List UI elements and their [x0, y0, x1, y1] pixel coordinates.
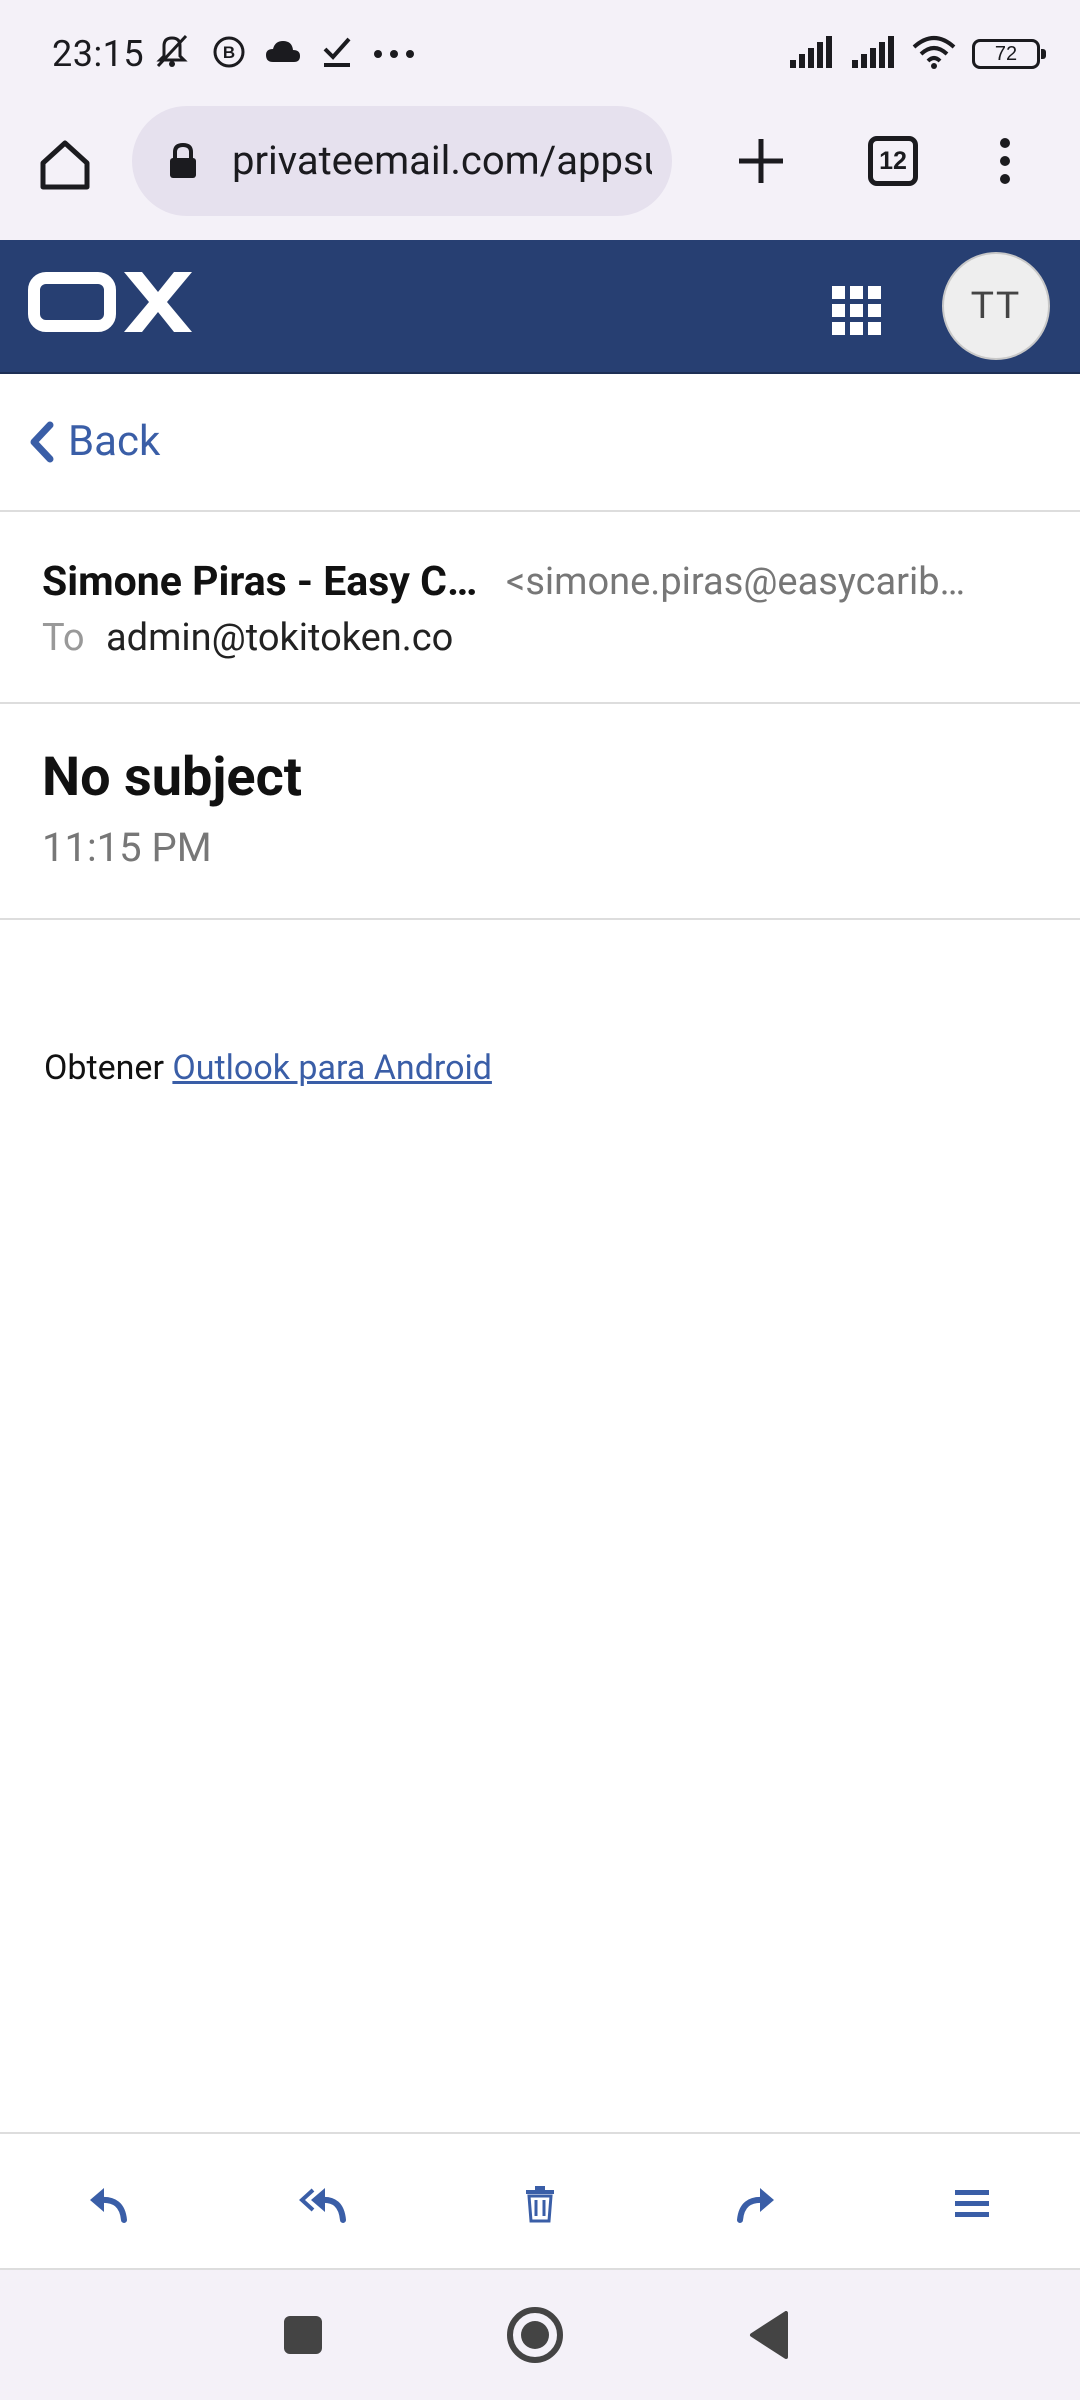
mute-icon: [150, 32, 194, 76]
ox-logo: [28, 272, 192, 332]
signal-icon: [850, 36, 896, 72]
message-body: Obtener Outlook para Android: [44, 1040, 1044, 1096]
to-label: To: [42, 616, 85, 660]
body-text: Obtener: [44, 1048, 164, 1088]
sender-email[interactable]: <simone.piras@easycaribbean.com>: [506, 554, 986, 610]
message-subject: No subject: [42, 746, 302, 809]
svg-text:B: B: [223, 43, 235, 62]
signal-icon: [788, 36, 834, 72]
lock-icon: [170, 142, 196, 178]
home-icon: [40, 140, 90, 190]
plus-icon: [739, 139, 783, 183]
hamburger-menu-icon: [955, 2190, 989, 2217]
more-actions-button[interactable]: [942, 2174, 1002, 2234]
reply-all-button[interactable]: [294, 2174, 354, 2234]
app-header: TT: [0, 240, 1080, 374]
screen: 23:15 B 72 privateemail.com/apps 12 TT B…: [0, 0, 1080, 2400]
status-icons-right: 72: [788, 32, 1046, 76]
back-label: Back: [68, 417, 161, 466]
sender-name[interactable]: Simone Piras - Easy Carib: [42, 554, 482, 610]
new-tab-button[interactable]: [726, 126, 796, 196]
reply-icon: [90, 2188, 127, 2223]
kebab-menu-icon: [1000, 138, 1010, 184]
app-launcher-button[interactable]: [830, 284, 884, 338]
outlook-android-link[interactable]: Outlook para Android: [172, 1048, 492, 1088]
more-dots-icon: [372, 45, 416, 64]
trash-icon: [526, 2186, 554, 2223]
status-time: 23:15: [52, 33, 145, 75]
triangle-back-icon: [750, 2311, 788, 2359]
browser-menu-button[interactable]: [980, 126, 1030, 196]
reply-button[interactable]: [78, 2174, 138, 2234]
url-text: privateemail.com/appsuite: [232, 137, 652, 184]
recents-button[interactable]: [268, 2300, 338, 2370]
message-header: Simone Piras - Easy Carib <simone.piras@…: [0, 512, 1080, 704]
home-nav-button[interactable]: [500, 2300, 570, 2370]
delete-button[interactable]: [510, 2174, 570, 2234]
message-action-toolbar: [0, 2132, 1080, 2270]
back-row: Back: [0, 374, 1080, 512]
b-badge-icon: B: [212, 35, 246, 73]
home-button[interactable]: [30, 130, 100, 200]
forward-icon: [737, 2188, 774, 2223]
subject-block: No subject 11:15 PM: [0, 704, 1080, 920]
chevron-left-icon: [30, 421, 54, 463]
reply-all-icon: [299, 2188, 346, 2223]
status-bar: 23:15 B 72: [0, 0, 1080, 100]
address-bar[interactable]: privateemail.com/appsuite: [132, 106, 672, 216]
circle-home-icon: [507, 2307, 563, 2363]
back-button[interactable]: Back: [28, 414, 160, 470]
user-avatar[interactable]: TT: [942, 252, 1050, 360]
check-icon: [320, 35, 354, 73]
square-icon: [284, 2316, 322, 2354]
wifi-icon: [912, 35, 956, 73]
recipient-address[interactable]: admin@tokitoken.co: [106, 610, 453, 666]
status-icons-left: B: [150, 34, 416, 74]
cloud-icon: [264, 38, 302, 70]
grid-apps-icon: [832, 286, 881, 335]
browser-toolbar: privateemail.com/appsuite 12: [0, 100, 1080, 240]
battery-icon: 72: [972, 39, 1046, 69]
message-date: 11:15 PM: [42, 824, 212, 871]
forward-button[interactable]: [726, 2174, 786, 2234]
back-nav-button[interactable]: [734, 2300, 804, 2370]
tab-switcher-button[interactable]: 12: [868, 136, 918, 186]
system-navigation-bar: [0, 2270, 1080, 2400]
